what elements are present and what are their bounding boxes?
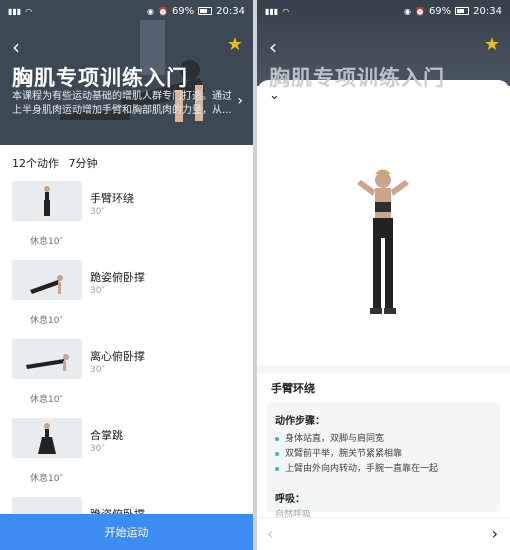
rest-interval: 休息10″ — [30, 474, 63, 484]
status-bar: ▮▮▮ ◠ ◉ ⏰ 69% 20:34 — [0, 0, 253, 22]
course-hero: ▮▮▮ ◠ ◉ ⏰ 69% 20:34 ‹ ★ 胸肌专项训练入门 本课程为有些运… — [0, 0, 253, 145]
course-summary: 12个动作 7分钟 — [12, 155, 98, 171]
exercise-name: 手臂环绕 — [90, 192, 134, 205]
wifi-icon: ◠ — [25, 6, 33, 16]
exercise-detail-sheet: ⌄ 手臂环绕 动作步骤： 身体站直，双脚与肩同宽 双臂前平举，腕关节紧紧相靠 上… — [257, 80, 510, 550]
battery-text: 69% — [171, 5, 195, 17]
time-text: 20:34 — [473, 5, 502, 17]
rest-interval: 休息10″ — [30, 395, 63, 405]
course-duration: 7分钟 — [68, 157, 98, 170]
eye-icon: ◉ — [403, 6, 411, 16]
chevron-left-icon[interactable]: ‹ — [267, 524, 273, 543]
breathing-title: 呼吸： — [275, 494, 305, 505]
course-title: 胸肌专项训练入门 — [12, 66, 188, 90]
exercise-item[interactable]: 跪姿俯卧撑 30″ — [0, 254, 253, 309]
exercise-duration: 30″ — [90, 207, 105, 217]
exercise-thumbnail — [12, 418, 82, 458]
exercise-detail-name: 手臂环绕 — [271, 382, 315, 395]
exercise-count: 12个动作 — [12, 157, 59, 170]
back-icon[interactable]: ‹ — [269, 35, 277, 59]
step-item: 身体站直，双脚与肩同宽 — [275, 432, 438, 447]
exercise-duration: 30″ — [90, 365, 105, 375]
exercise-name: 跪姿俯卧撑 — [90, 271, 145, 284]
exercise-list: 手臂环绕 30″ 休息10″ 跪姿俯卧撑 30″ 休息10″ 离心俯卧撑 30″… — [0, 175, 253, 546]
exercise-duration: 30″ — [90, 286, 105, 296]
wifi-icon: ◠ — [282, 6, 290, 16]
course-description: 本课程为有些运动基础的增肌人群专门打造。通过上半身肌肉运动增加手臂和胸部肌肉的力… — [12, 91, 232, 116]
rest-interval: 休息10″ — [30, 237, 63, 247]
chevron-right-icon[interactable]: › — [237, 93, 243, 109]
battery-icon — [455, 7, 470, 15]
exercise-thumbnail — [12, 181, 82, 221]
signal-icon: ▮▮▮ — [265, 6, 279, 16]
instructions-card: 动作步骤： 身体站直，双脚与肩同宽 双臂前平举，腕关节紧紧相靠 上臂由外向内转动… — [267, 402, 500, 520]
alarm-icon: ⏰ — [157, 6, 168, 16]
exercise-name: 合掌跳 — [90, 429, 123, 442]
eye-icon: ◉ — [146, 6, 154, 16]
back-icon[interactable]: ‹ — [12, 35, 20, 59]
alarm-icon: ⏰ — [414, 6, 425, 16]
exercise-item[interactable]: 手臂环绕 30″ — [0, 175, 253, 230]
exercise-demo-image — [257, 110, 510, 360]
chevron-right-icon[interactable]: › — [492, 524, 498, 543]
course-screen: ▮▮▮ ◠ ◉ ⏰ 69% 20:34 ‹ ★ 胸肌专项训练入门 本课程为有些运… — [0, 0, 253, 550]
exercise-name: 离心俯卧撑 — [90, 350, 145, 363]
star-icon[interactable]: ★ — [227, 34, 243, 55]
exercise-duration: 30″ — [90, 444, 105, 454]
rest-interval: 休息10″ — [30, 316, 63, 326]
exercise-item[interactable]: 合掌跳 30″ — [0, 412, 253, 467]
steps-title: 动作步骤： — [275, 416, 325, 427]
exercise-thumbnail — [12, 260, 82, 300]
section-divider — [257, 365, 510, 373]
exercise-item[interactable]: 离心俯卧撑 30″ — [0, 333, 253, 388]
time-text: 20:34 — [216, 5, 245, 17]
status-bar: ▮▮▮ ◠ ◉ ⏰ 69% 20:34 — [257, 0, 510, 22]
course-title: 胸肌专项训练入门 — [269, 66, 445, 90]
battery-icon — [198, 7, 213, 15]
steps-list: 身体站直，双脚与肩同宽 双臂前平举，腕关节紧紧相靠 上臂由外向内转动，手腕一直靠… — [275, 432, 438, 477]
battery-text: 69% — [428, 5, 452, 17]
exercise-thumbnail — [12, 339, 82, 379]
star-icon[interactable]: ★ — [484, 34, 500, 55]
step-item: 上臂由外向内转动，手腕一直靠在一起 — [275, 462, 438, 477]
signal-icon: ▮▮▮ — [8, 6, 22, 16]
exercise-navigation: ‹ › — [257, 517, 510, 550]
exercise-detail-screen: ▮▮▮ ◠ ◉ ⏰ 69% 20:34 ‹ ★ 胸肌专项训练入门 ⌄ 手臂环绕 … — [257, 0, 510, 550]
step-item: 双臂前平举，腕关节紧紧相靠 — [275, 447, 438, 462]
start-workout-button[interactable]: 开始运动 — [0, 514, 253, 550]
course-hero-dimmed: ▮▮▮ ◠ ◉ ⏰ 69% 20:34 ‹ ★ 胸肌专项训练入门 — [257, 0, 510, 90]
